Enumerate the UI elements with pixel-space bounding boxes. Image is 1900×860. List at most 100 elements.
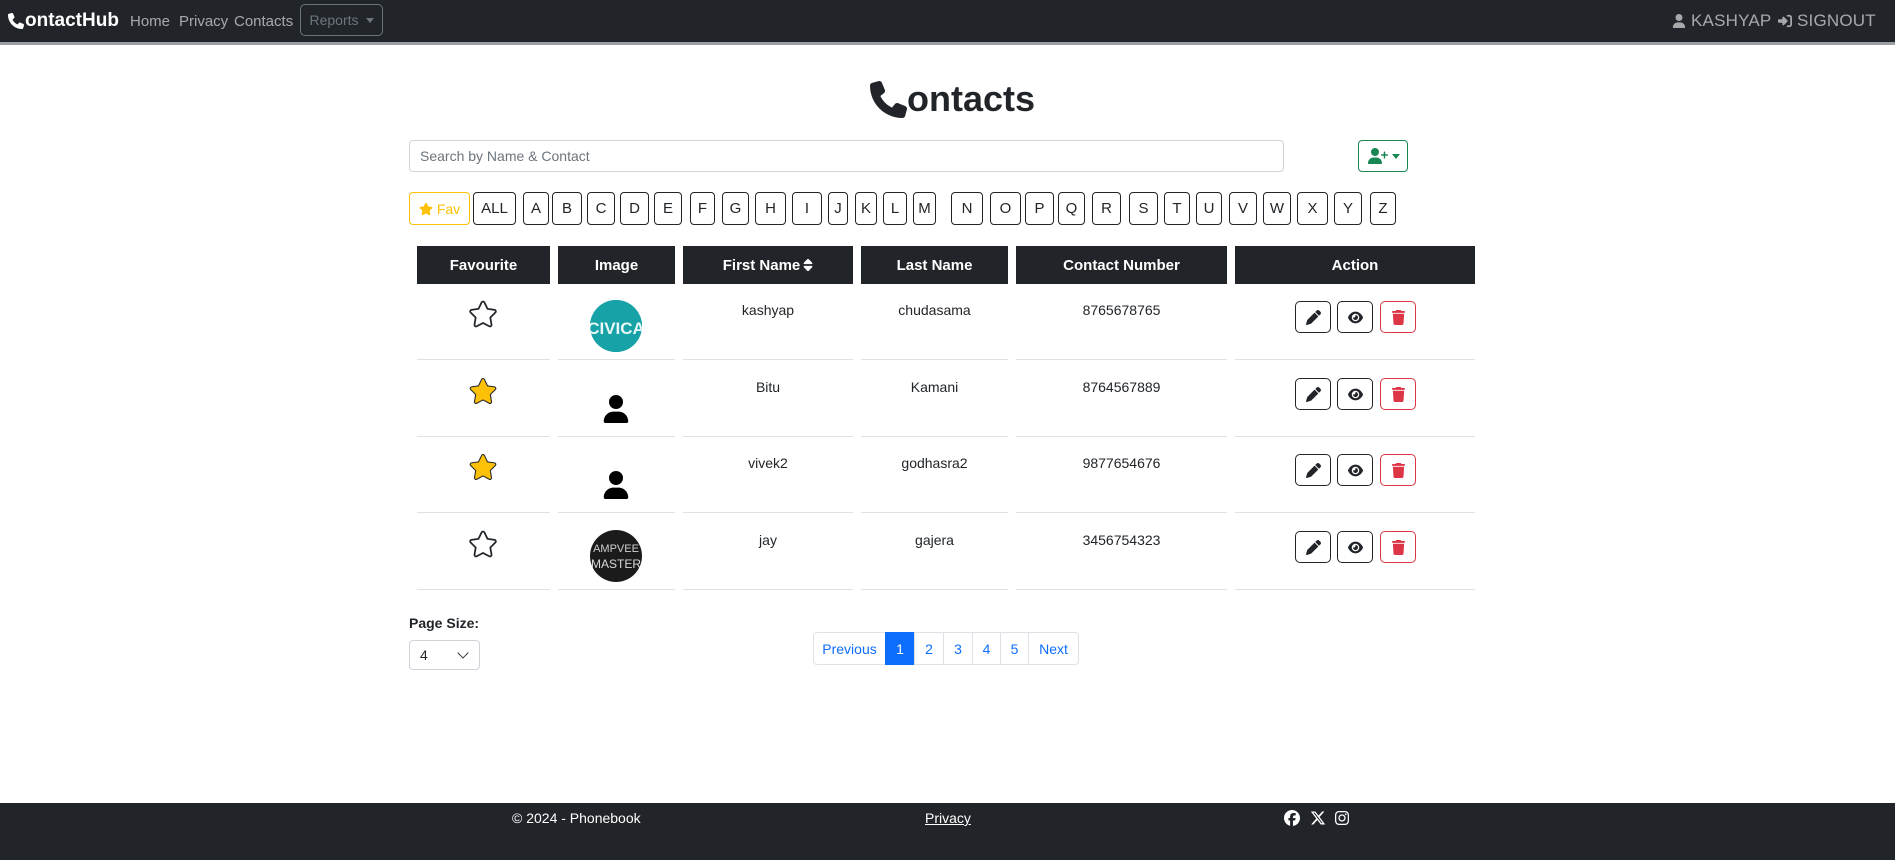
table-cell: 8764567889 [1016, 361, 1227, 437]
nav-contacts[interactable]: Contacts [234, 13, 293, 30]
th-first-name[interactable]: First Name [683, 246, 853, 284]
edit-button[interactable] [1295, 378, 1331, 410]
table-cell: chudasama [861, 284, 1008, 360]
person-icon [603, 395, 629, 423]
filter-fav-button[interactable]: Fav [409, 192, 470, 225]
delete-button[interactable] [1380, 378, 1416, 410]
view-button[interactable] [1337, 531, 1373, 563]
reports-dropdown[interactable]: Reports [300, 4, 383, 36]
filter-letter-k[interactable]: K [855, 192, 877, 225]
view-button[interactable] [1337, 301, 1373, 333]
contact-number: 8764567889 [1082, 379, 1161, 395]
filter-letter-p[interactable]: P [1025, 192, 1054, 225]
pencil-icon [1305, 539, 1321, 555]
table-cell: vivek2 [683, 437, 853, 513]
pagination-page-3[interactable]: 3 [943, 632, 973, 665]
filter-letter-q[interactable]: Q [1058, 192, 1085, 225]
table-cell: gajera [861, 514, 1008, 590]
filter-letter-h[interactable]: H [755, 192, 786, 225]
pagination-page-4[interactable]: 4 [972, 632, 1001, 665]
filter-letter-a[interactable]: A [523, 192, 549, 225]
reports-label: Reports [309, 12, 359, 28]
delete-button[interactable] [1380, 454, 1416, 486]
th-action-label: Action [1331, 256, 1379, 274]
filter-letter-r[interactable]: R [1092, 192, 1121, 225]
last-name: Kamani [910, 379, 959, 395]
star-filled-icon[interactable] [469, 377, 497, 405]
filter-letter-e[interactable]: E [654, 192, 682, 225]
pagination-page-2[interactable]: 2 [914, 632, 944, 665]
th-favourite: Favourite [417, 246, 550, 284]
filter-letter-z[interactable]: Z [1370, 192, 1396, 225]
signout-link[interactable]: SIGNOUT [1778, 11, 1876, 31]
pagination-previous[interactable]: Previous [813, 632, 886, 665]
filter-letter-t[interactable]: T [1164, 192, 1190, 225]
table-cell: 8765678765 [1016, 284, 1227, 360]
facebook-icon[interactable] [1284, 810, 1300, 826]
x-icon[interactable] [1310, 810, 1326, 826]
filter-letter-x[interactable]: X [1297, 192, 1328, 225]
view-button[interactable] [1337, 454, 1373, 486]
filter-letter-i[interactable]: I [792, 192, 822, 225]
edit-button[interactable] [1295, 454, 1331, 486]
caret-down-icon [365, 17, 374, 23]
first-name: Bitu [755, 379, 781, 395]
filter-letter-m[interactable]: M [913, 192, 936, 225]
add-contact-button[interactable] [1358, 140, 1408, 172]
table-cell: 9877654676 [1016, 437, 1227, 513]
edit-button[interactable] [1295, 531, 1331, 563]
trash-icon [1391, 462, 1405, 478]
contact-number: 8765678765 [1082, 302, 1161, 318]
view-button[interactable] [1337, 378, 1373, 410]
filter-letter-w[interactable]: W [1263, 192, 1291, 225]
filter-letter-y[interactable]: Y [1334, 192, 1362, 225]
filter-letter-n[interactable]: N [951, 192, 983, 225]
filter-letter-v[interactable]: V [1229, 192, 1257, 225]
filter-letter-f[interactable]: F [690, 192, 715, 225]
filter-letter-j[interactable]: J [828, 192, 848, 225]
filter-letter-l[interactable]: L [883, 192, 907, 225]
phone-icon [8, 13, 24, 29]
brand[interactable]: ontactHub [8, 10, 119, 32]
person-icon [603, 471, 629, 499]
navbar: ontactHub Home Privacy Contacts Reports … [0, 0, 1895, 45]
nav-home[interactable]: Home [130, 13, 170, 30]
filter-letter-d[interactable]: D [620, 192, 649, 225]
instagram-icon[interactable] [1334, 810, 1350, 826]
th-action: Action [1235, 246, 1475, 284]
star-outline-icon[interactable] [469, 530, 497, 558]
filter-letter-b[interactable]: B [552, 192, 582, 225]
user-icon [1672, 14, 1686, 28]
filter-letter-c[interactable]: C [587, 192, 615, 225]
fav-label: Fav [436, 200, 461, 217]
eye-icon [1347, 541, 1363, 553]
filter-letter-s[interactable]: S [1129, 192, 1158, 225]
brand-text: ontactHub [25, 10, 119, 31]
filter-letter-u[interactable]: U [1196, 192, 1222, 225]
search-input[interactable] [409, 140, 1284, 172]
svg-text:MASTER: MASTER [591, 557, 641, 571]
delete-button[interactable] [1380, 301, 1416, 333]
filter-letter-g[interactable]: G [722, 192, 749, 225]
nav-privacy[interactable]: Privacy [179, 13, 228, 30]
star-outline-icon[interactable] [469, 300, 497, 328]
page-title: ontacts [870, 78, 1035, 120]
delete-button[interactable] [1380, 531, 1416, 563]
star-filled-icon[interactable] [469, 453, 497, 481]
pagination-page-5[interactable]: 5 [1000, 632, 1029, 665]
trash-icon [1391, 309, 1405, 325]
footer-copyright: © 2024 - Phonebook [512, 810, 641, 826]
svg-text:AMPVEE: AMPVEE [593, 543, 639, 555]
pagination-next[interactable]: Next [1028, 632, 1079, 665]
page-size-select[interactable]: 4 [409, 640, 480, 670]
pagination-page-1[interactable]: 1 [885, 632, 915, 665]
user-link[interactable]: KASHYAP [1672, 11, 1771, 31]
filter-letter-o[interactable]: O [990, 192, 1021, 225]
edit-button[interactable] [1295, 301, 1331, 333]
filter-all-button[interactable]: ALL [473, 192, 516, 225]
footer-privacy-link[interactable]: Privacy [925, 810, 971, 826]
th-first-name-label: First Name [722, 256, 801, 274]
chevron-down-icon [457, 647, 469, 659]
th-contact-number: Contact Number [1016, 246, 1227, 284]
avatar: CIVICA [590, 300, 642, 352]
